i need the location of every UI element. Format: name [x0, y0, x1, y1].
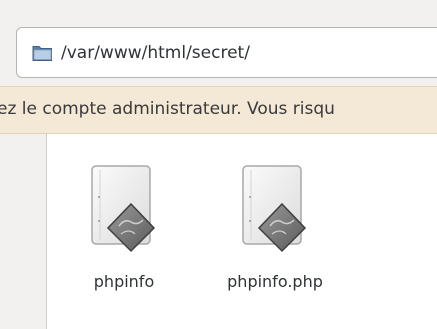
folder-icon: [32, 45, 52, 61]
infobar-message: ez le compte administrateur. Vous risqu: [0, 99, 335, 119]
file-name: phpinfo.php: [227, 272, 323, 291]
location-bar[interactable]: /var/www/html/secret/: [16, 27, 437, 78]
script-file-icon: [91, 165, 156, 253]
location-path[interactable]: /var/www/html/secret/: [61, 43, 250, 63]
script-file-icon: [242, 165, 307, 253]
sidebar: [0, 134, 47, 329]
file-item[interactable]: phpinfo: [64, 156, 184, 291]
admin-warning-infobar: ez le compte administrateur. Vous risqu: [0, 86, 437, 134]
file-item[interactable]: phpinfo.php: [215, 156, 335, 291]
file-name: phpinfo: [93, 272, 155, 291]
toolbar: /var/www/html/secret/: [0, 0, 437, 86]
file-view: phpinfo phpinfo.php: [47, 134, 437, 329]
